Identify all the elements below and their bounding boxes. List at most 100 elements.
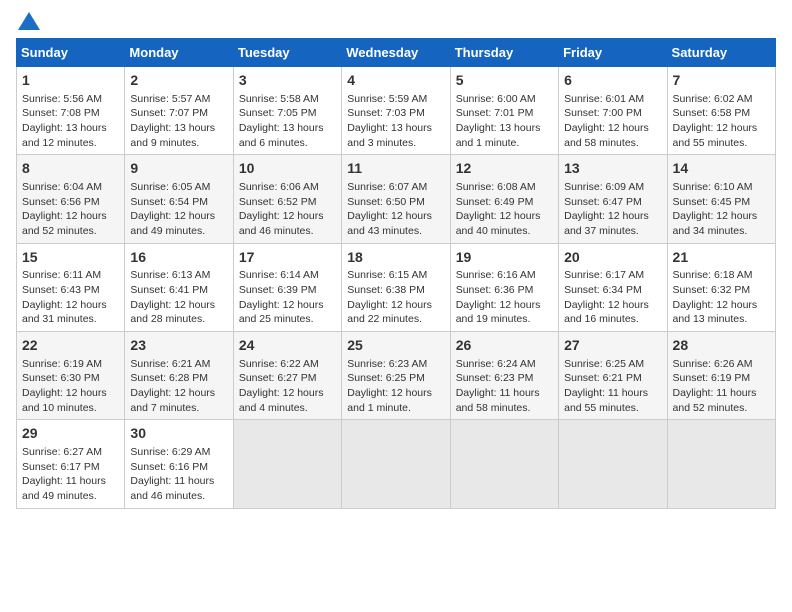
cell-line: and 52 minutes. [22, 224, 119, 239]
cell-line: Daylight: 12 hours [239, 386, 336, 401]
cell-line: and 37 minutes. [564, 224, 661, 239]
cell-line: and 13 minutes. [673, 312, 770, 327]
cell-line: Sunrise: 6:21 AM [130, 357, 227, 372]
day-number: 9 [130, 159, 227, 179]
cell-line: Daylight: 11 hours [456, 386, 553, 401]
calendar-cell: 24Sunrise: 6:22 AMSunset: 6:27 PMDayligh… [233, 332, 341, 420]
cell-line: Sunrise: 5:59 AM [347, 92, 444, 107]
logo-triangle-icon [18, 12, 40, 30]
cell-line: Sunset: 7:08 PM [22, 106, 119, 121]
cell-line: and 55 minutes. [564, 401, 661, 416]
cell-line: and 55 minutes. [673, 136, 770, 151]
calendar-cell: 15Sunrise: 6:11 AMSunset: 6:43 PMDayligh… [17, 243, 125, 331]
day-number: 7 [673, 71, 770, 91]
cell-line: Sunset: 6:58 PM [673, 106, 770, 121]
cell-line: Sunrise: 5:58 AM [239, 92, 336, 107]
cell-line: Sunrise: 6:02 AM [673, 92, 770, 107]
calendar-cell: 16Sunrise: 6:13 AMSunset: 6:41 PMDayligh… [125, 243, 233, 331]
cell-line: Sunset: 6:34 PM [564, 283, 661, 298]
cell-line: Daylight: 12 hours [239, 209, 336, 224]
cell-line: Sunrise: 6:06 AM [239, 180, 336, 195]
cell-line: and 3 minutes. [347, 136, 444, 151]
cell-line: Daylight: 12 hours [347, 209, 444, 224]
cell-line: Sunrise: 6:27 AM [22, 445, 119, 460]
cell-line: Sunset: 6:49 PM [456, 195, 553, 210]
cell-line: Sunset: 6:43 PM [22, 283, 119, 298]
cell-line: and 40 minutes. [456, 224, 553, 239]
cell-line: Sunset: 7:01 PM [456, 106, 553, 121]
cell-line: Daylight: 12 hours [456, 298, 553, 313]
cell-line: Sunrise: 6:26 AM [673, 357, 770, 372]
cell-line: Sunrise: 6:18 AM [673, 268, 770, 283]
cell-line: Sunset: 6:19 PM [673, 371, 770, 386]
cell-line: Sunrise: 6:15 AM [347, 268, 444, 283]
cell-line: Daylight: 12 hours [22, 386, 119, 401]
cell-line: Daylight: 12 hours [130, 298, 227, 313]
day-number: 11 [347, 159, 444, 179]
col-header-sunday: Sunday [17, 39, 125, 67]
calendar-week-row: 1Sunrise: 5:56 AMSunset: 7:08 PMDaylight… [17, 67, 776, 155]
day-number: 24 [239, 336, 336, 356]
cell-line: and 46 minutes. [130, 489, 227, 504]
cell-line: Sunrise: 6:00 AM [456, 92, 553, 107]
cell-line: Sunset: 6:32 PM [673, 283, 770, 298]
calendar-cell: 14Sunrise: 6:10 AMSunset: 6:45 PMDayligh… [667, 155, 775, 243]
cell-line: Sunrise: 6:19 AM [22, 357, 119, 372]
col-header-wednesday: Wednesday [342, 39, 450, 67]
calendar-cell: 26Sunrise: 6:24 AMSunset: 6:23 PMDayligh… [450, 332, 558, 420]
calendar-cell [450, 420, 558, 508]
calendar-cell: 20Sunrise: 6:17 AMSunset: 6:34 PMDayligh… [559, 243, 667, 331]
cell-line: Sunrise: 6:16 AM [456, 268, 553, 283]
calendar-cell: 4Sunrise: 5:59 AMSunset: 7:03 PMDaylight… [342, 67, 450, 155]
day-number: 12 [456, 159, 553, 179]
calendar-cell: 30Sunrise: 6:29 AMSunset: 6:16 PMDayligh… [125, 420, 233, 508]
col-header-monday: Monday [125, 39, 233, 67]
cell-line: Sunset: 6:30 PM [22, 371, 119, 386]
calendar-cell: 3Sunrise: 5:58 AMSunset: 7:05 PMDaylight… [233, 67, 341, 155]
day-number: 18 [347, 248, 444, 268]
calendar-cell: 28Sunrise: 6:26 AMSunset: 6:19 PMDayligh… [667, 332, 775, 420]
cell-line: Sunset: 7:00 PM [564, 106, 661, 121]
calendar-table: SundayMondayTuesdayWednesdayThursdayFrid… [16, 38, 776, 509]
cell-line: and 16 minutes. [564, 312, 661, 327]
calendar-cell: 25Sunrise: 6:23 AMSunset: 6:25 PMDayligh… [342, 332, 450, 420]
cell-line: Sunset: 6:23 PM [456, 371, 553, 386]
cell-line: Daylight: 12 hours [456, 209, 553, 224]
day-number: 2 [130, 71, 227, 91]
day-number: 15 [22, 248, 119, 268]
col-header-friday: Friday [559, 39, 667, 67]
calendar-cell: 23Sunrise: 6:21 AMSunset: 6:28 PMDayligh… [125, 332, 233, 420]
calendar-header-row: SundayMondayTuesdayWednesdayThursdayFrid… [17, 39, 776, 67]
cell-line: and 19 minutes. [456, 312, 553, 327]
calendar-cell: 12Sunrise: 6:08 AMSunset: 6:49 PMDayligh… [450, 155, 558, 243]
cell-line: Sunrise: 6:07 AM [347, 180, 444, 195]
cell-line: Sunset: 6:28 PM [130, 371, 227, 386]
cell-line: Sunset: 7:07 PM [130, 106, 227, 121]
cell-line: Sunset: 6:38 PM [347, 283, 444, 298]
cell-line: Sunrise: 6:08 AM [456, 180, 553, 195]
day-number: 22 [22, 336, 119, 356]
cell-line: Sunset: 7:05 PM [239, 106, 336, 121]
day-number: 30 [130, 424, 227, 444]
cell-line: Daylight: 13 hours [347, 121, 444, 136]
day-number: 8 [22, 159, 119, 179]
cell-line: Daylight: 12 hours [673, 298, 770, 313]
cell-line: Daylight: 11 hours [673, 386, 770, 401]
day-number: 3 [239, 71, 336, 91]
cell-line: and 12 minutes. [22, 136, 119, 151]
cell-line: Sunrise: 6:05 AM [130, 180, 227, 195]
cell-line: and 4 minutes. [239, 401, 336, 416]
cell-line: Sunrise: 6:13 AM [130, 268, 227, 283]
calendar-cell: 27Sunrise: 6:25 AMSunset: 6:21 PMDayligh… [559, 332, 667, 420]
cell-line: and 31 minutes. [22, 312, 119, 327]
cell-line: and 43 minutes. [347, 224, 444, 239]
cell-line: Daylight: 12 hours [564, 298, 661, 313]
cell-line: Daylight: 12 hours [130, 209, 227, 224]
cell-line: Sunrise: 6:22 AM [239, 357, 336, 372]
cell-line: Sunrise: 6:01 AM [564, 92, 661, 107]
day-number: 17 [239, 248, 336, 268]
cell-line: and 49 minutes. [130, 224, 227, 239]
cell-line: Daylight: 12 hours [239, 298, 336, 313]
cell-line: Daylight: 12 hours [347, 298, 444, 313]
cell-line: Daylight: 12 hours [673, 209, 770, 224]
